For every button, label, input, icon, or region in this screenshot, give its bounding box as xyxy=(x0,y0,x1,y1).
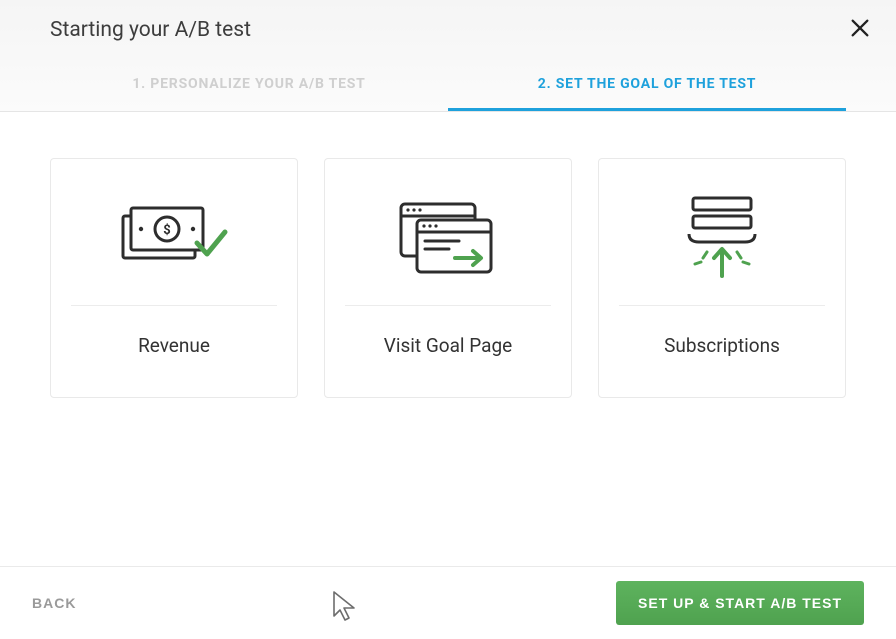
close-button[interactable] xyxy=(846,14,874,42)
revenue-icon: $ xyxy=(71,187,277,287)
close-icon xyxy=(849,17,871,39)
goal-page-icon xyxy=(345,187,551,287)
subscriptions-icon xyxy=(619,187,825,287)
goal-card-title: Subscriptions xyxy=(664,334,780,357)
goal-card-visit-goal-page[interactable]: Visit Goal Page xyxy=(324,158,572,398)
start-test-button[interactable]: SET UP & START A/B TEST xyxy=(616,581,864,625)
svg-text:$: $ xyxy=(163,223,170,238)
card-divider xyxy=(345,305,551,306)
tab-set-goal[interactable]: 2. SET THE GOAL OF THE TEST xyxy=(448,62,846,111)
card-divider xyxy=(619,305,825,306)
goal-card-title: Visit Goal Page xyxy=(384,334,512,357)
back-button[interactable]: BACK xyxy=(32,595,76,611)
goal-card-title: Revenue xyxy=(138,334,210,357)
modal-footer: BACK SET UP & START A/B TEST xyxy=(0,566,896,639)
modal-header: Starting your A/B test 1. PERSONALIZE YO… xyxy=(0,0,896,112)
modal-title: Starting your A/B test xyxy=(50,18,846,42)
goal-cards: $ Revenue xyxy=(0,112,896,398)
card-divider xyxy=(71,305,277,306)
tabs: 1. PERSONALIZE YOUR A/B TEST 2. SET THE … xyxy=(50,62,846,111)
goal-card-revenue[interactable]: $ Revenue xyxy=(50,158,298,398)
tab-personalize[interactable]: 1. PERSONALIZE YOUR A/B TEST xyxy=(50,62,448,111)
goal-card-subscriptions[interactable]: Subscriptions xyxy=(598,158,846,398)
